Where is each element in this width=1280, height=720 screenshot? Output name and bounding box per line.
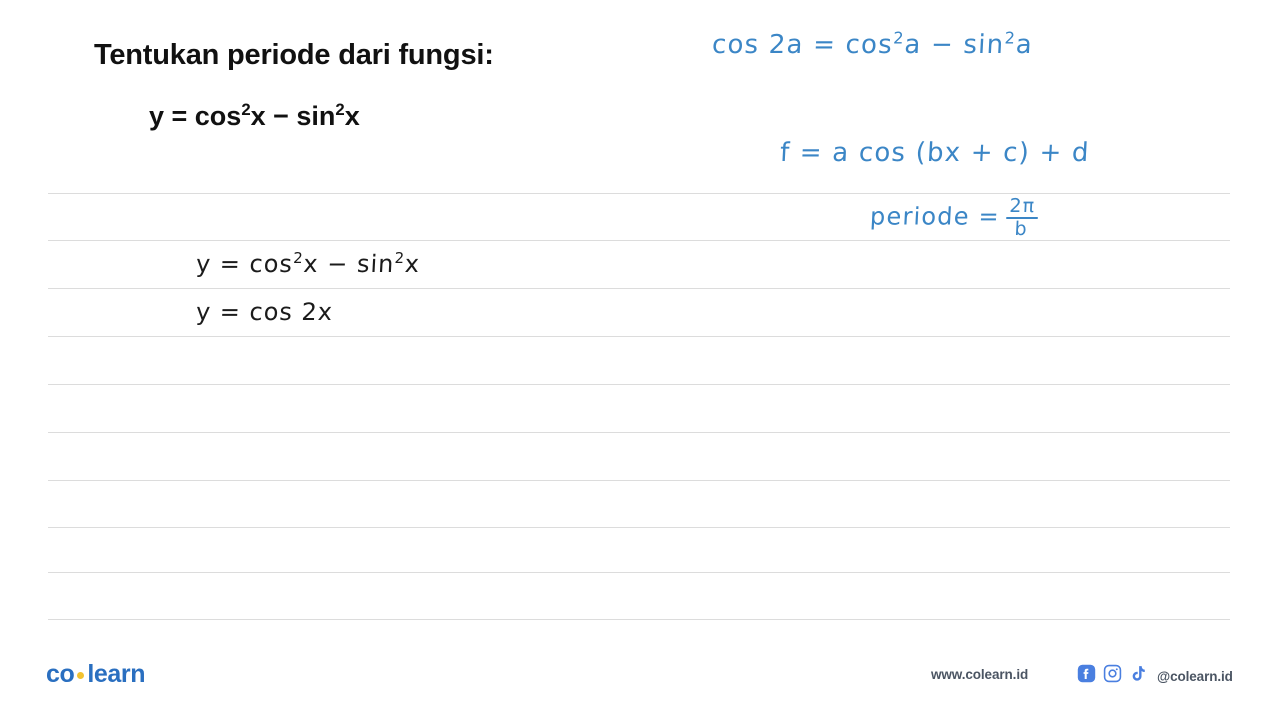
question-prompt: Tentukan periode dari fungsi: (94, 39, 494, 71)
identity-mid: a − sin (903, 30, 1006, 60)
social-handle[interactable]: @colearn.id (1157, 669, 1233, 684)
period-label: periode = (869, 202, 1001, 231)
question-equation-exponent-1: 2 (241, 99, 251, 119)
handwritten-note-identity: cos 2a = cos2a − sin2a (711, 28, 1034, 60)
question-equation-lhs: y = cos (149, 100, 242, 131)
question-equation-mid: x − sin (250, 100, 336, 131)
question-equation-end: x (344, 100, 360, 131)
rule-line-5 (48, 384, 1230, 385)
rule-line-8 (48, 527, 1230, 528)
facebook-icon[interactable] (1077, 664, 1096, 688)
website-url[interactable]: www.colearn.id (931, 667, 1028, 682)
question-block: Tentukan periode dari fungsi: y = cos2x … (94, 38, 654, 132)
rule-line-3 (48, 288, 1230, 289)
rule-line-9 (48, 572, 1230, 573)
social-links: @colearn.id (1077, 664, 1233, 688)
instagram-icon[interactable] (1103, 664, 1122, 688)
rule-line-4 (48, 336, 1230, 337)
footer: co learn www.colearn.id @colearn.id (0, 648, 1280, 720)
identity-end: a (1014, 30, 1034, 60)
logo-text-co: co (46, 660, 75, 688)
colearn-logo[interactable]: co learn (46, 660, 146, 689)
work-line-1-mid: x − sin (302, 250, 396, 278)
tiktok-icon[interactable] (1129, 664, 1147, 688)
period-numerator: 2π (1008, 195, 1036, 217)
handwritten-note-general-form: f = a cos (bx + c) + d (779, 138, 1091, 168)
rule-line-2 (48, 240, 1230, 241)
period-fraction: 2π b (1005, 195, 1039, 241)
handwritten-work-line-1: y = cos2x − sin2x (195, 249, 421, 278)
question-equation: y = cos2x − sin2x (149, 101, 654, 132)
handwritten-note-period: periode = 2π b (869, 195, 1039, 241)
rule-line-6 (48, 432, 1230, 433)
work-line-1-lhs: y = cos (195, 250, 294, 278)
period-denominator: b (1013, 218, 1029, 241)
work-line-1-end: x (404, 250, 421, 278)
logo-dot-icon (77, 672, 85, 679)
rule-line-10 (48, 619, 1230, 620)
handwritten-work-line-2: y = cos 2x (195, 298, 334, 326)
logo-text-learn: learn (87, 660, 146, 688)
rule-line-7 (48, 480, 1230, 481)
identity-lhs: cos 2a = cos (711, 30, 894, 60)
rule-line-1 (48, 193, 1230, 194)
question-equation-exponent-2: 2 (335, 99, 345, 119)
